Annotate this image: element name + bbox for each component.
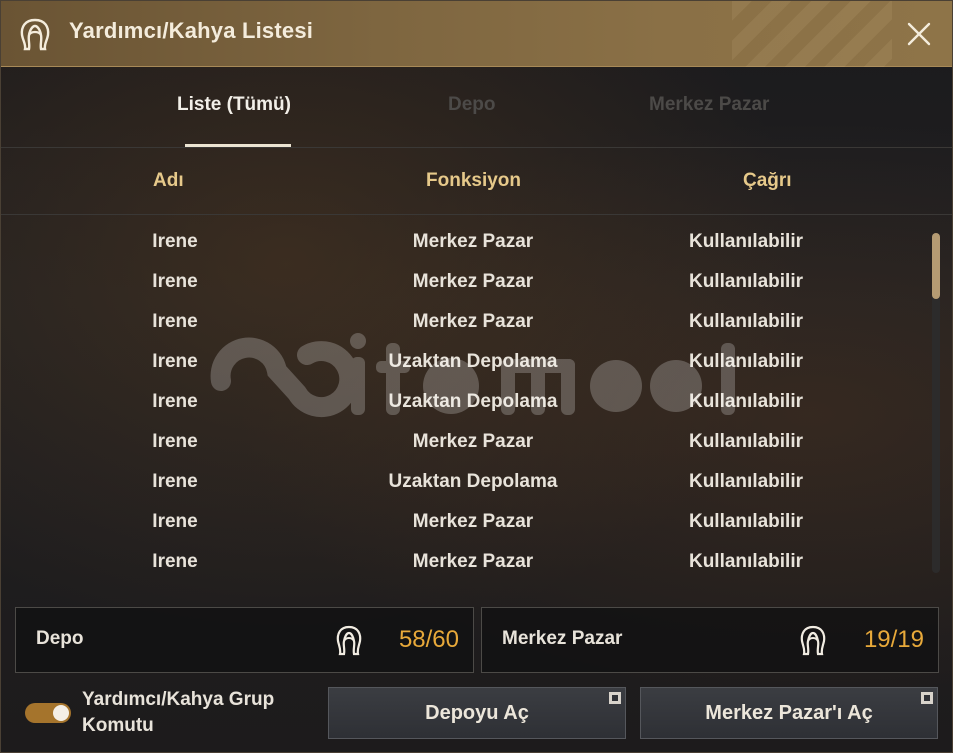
column-header-function[interactable]: Fonksiyon xyxy=(426,170,521,192)
row-call: Kullanılabilir xyxy=(688,431,804,452)
table-row[interactable]: Irene Merkez Pazar Kullanılabilir xyxy=(1,503,931,543)
row-function: Merkez Pazar xyxy=(412,271,534,292)
tab-central-market[interactable]: Merkez Pazar xyxy=(649,94,769,116)
group-command-toggle[interactable] xyxy=(25,703,71,723)
tab-bar: Liste (Tümü) Depo Merkez Pazar xyxy=(1,68,952,148)
row-name: Irene xyxy=(152,351,198,372)
row-name: Irene xyxy=(152,271,198,292)
tab-list-all[interactable]: Liste (Tümü) xyxy=(177,94,291,116)
table-row[interactable]: Irene Merkez Pazar Kullanılabilir xyxy=(1,303,931,343)
row-function: Merkez Pazar xyxy=(412,231,534,252)
row-name: Irene xyxy=(152,551,198,572)
row-call: Kullanılabilir xyxy=(688,311,804,332)
maid-list: Irene Merkez Pazar Kullanılabilir Irene Merk… xyxy=(1,223,931,583)
maid-icon xyxy=(800,625,826,656)
row-name: Irene xyxy=(152,311,198,332)
close-icon[interactable] xyxy=(904,19,934,49)
external-window-icon xyxy=(921,692,933,704)
scrollbar-thumb[interactable] xyxy=(932,233,940,299)
column-header-name[interactable]: Adı xyxy=(153,170,184,192)
row-function: Uzaktan Depolama xyxy=(388,471,558,492)
market-counter-value: 19/19 xyxy=(863,626,924,653)
row-function: Merkez Pazar xyxy=(412,511,534,532)
row-call: Kullanılabilir xyxy=(688,391,804,412)
open-market-button-label: Merkez Pazar'ı Aç xyxy=(705,701,873,724)
row-name: Irene xyxy=(152,511,198,532)
row-name: Irene xyxy=(152,391,198,412)
market-counter-label: Merkez Pazar xyxy=(502,628,623,649)
group-command-label: Yardımcı/Kahya Grup Komutu xyxy=(82,689,275,736)
row-function: Merkez Pazar xyxy=(412,551,534,572)
toggle-knob xyxy=(53,705,69,721)
table-row[interactable]: Irene Uzaktan Depolama Kullanılabilir xyxy=(1,343,931,383)
maid-icon xyxy=(336,625,362,656)
row-call: Kullanılabilir xyxy=(688,271,804,292)
column-header-call[interactable]: Çağrı xyxy=(743,170,792,192)
storage-counter-value: 58/60 xyxy=(398,626,459,653)
column-headers: Adı Fonksiyon Çağrı xyxy=(1,149,952,215)
row-name: Irene xyxy=(152,231,198,252)
table-row[interactable]: Irene Merkez Pazar Kullanılabilir xyxy=(1,223,931,263)
row-call: Kullanılabilir xyxy=(688,551,804,572)
row-function: Uzaktan Depolama xyxy=(388,391,558,412)
scrollbar[interactable] xyxy=(932,233,940,573)
row-function: Merkez Pazar xyxy=(412,311,534,332)
row-function: Uzaktan Depolama xyxy=(388,351,558,372)
table-row[interactable]: Irene Merkez Pazar Kullanılabilir xyxy=(1,423,931,463)
title-bar[interactable]: Yardımcı/Kahya Listesi xyxy=(1,1,952,67)
row-call: Kullanılabilir xyxy=(688,351,804,372)
market-counter: Merkez Pazar 19/19 xyxy=(481,607,939,673)
open-market-button[interactable]: Merkez Pazar'ı Aç xyxy=(640,687,938,739)
active-tab-indicator xyxy=(185,144,291,147)
table-row[interactable]: Irene Uzaktan Depolama Kullanılabilir xyxy=(1,463,931,503)
row-call: Kullanılabilir xyxy=(688,231,804,252)
storage-counter: Depo 58/60 xyxy=(15,607,474,673)
table-row[interactable]: Irene Merkez Pazar Kullanılabilir xyxy=(1,543,931,583)
table-row[interactable]: Irene Uzaktan Depolama Kullanılabilir xyxy=(1,383,931,423)
row-call: Kullanılabilir xyxy=(688,511,804,532)
row-name: Irene xyxy=(152,431,198,452)
tab-storage[interactable]: Depo xyxy=(448,94,496,116)
row-name: Irene xyxy=(152,471,198,492)
open-storage-button[interactable]: Depoyu Aç xyxy=(328,687,626,739)
title-bar-decoration xyxy=(732,1,892,67)
table-row[interactable]: Irene Merkez Pazar Kullanılabilir xyxy=(1,263,931,303)
maid-list-window: Yardımcı/Kahya Listesi Liste (Tümü) Depo… xyxy=(0,0,953,753)
open-storage-button-label: Depoyu Aç xyxy=(425,701,529,724)
storage-counter-label: Depo xyxy=(36,628,84,649)
row-call: Kullanılabilir xyxy=(688,471,804,492)
maid-icon xyxy=(20,18,50,51)
window-title: Yardımcı/Kahya Listesi xyxy=(69,18,314,43)
external-window-icon xyxy=(609,692,621,704)
row-function: Merkez Pazar xyxy=(412,431,534,452)
